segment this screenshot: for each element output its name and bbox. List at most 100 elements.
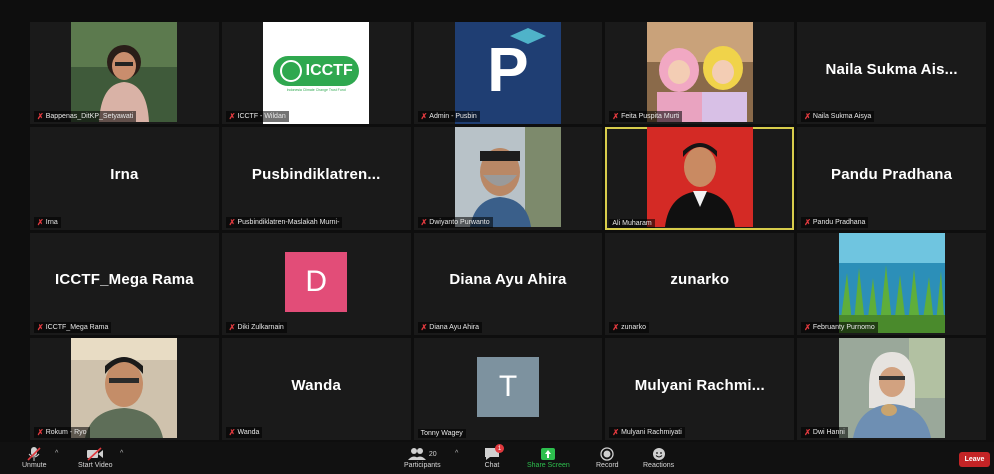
participant-tile[interactable]: Pandu Pradhana ✗ Pandu Pradhana [797, 127, 986, 230]
participant-display-name: Wanda [291, 376, 341, 394]
gallery-grid: ✗ Bappenas_DitKP_Setyawati ICCTF Indonesi… [30, 22, 986, 440]
participant-display-name: Irna [110, 166, 139, 184]
participant-display-name: Diana Ayu Ahira [449, 271, 567, 289]
participant-display-name: Pandu Pradhana [831, 166, 953, 184]
participant-name-label: ✗ Februanty Purnomo [801, 321, 878, 333]
participant-name-label: ✗ zunarko [609, 321, 649, 333]
participant-tile[interactable]: T Tonny Wagey [413, 337, 603, 440]
mic-muted-icon: ✗ [228, 322, 236, 332]
participant-tile[interactable]: Pusbindiklatren... ✗ Pusbindiklatren-Masl… [221, 127, 411, 230]
mic-muted-icon: ✗ [228, 217, 236, 227]
participant-tile[interactable]: ✗ Dwiyanto Purwanto [413, 127, 603, 230]
participant-video [454, 127, 561, 228]
participant-name-label: ✗ Diana Ayu Ahira [417, 321, 482, 333]
icctf-logo: ICCTF Indonesia Climate Change Trust Fun… [263, 22, 370, 125]
record-button[interactable]: Record [596, 446, 619, 469]
active-speaker-tile[interactable]: Ali Muharam [605, 127, 795, 230]
participant-tile[interactable]: Wanda ✗ Wanda [221, 337, 411, 440]
participant-name-label: ✗ Admin - Pusbin [417, 111, 480, 123]
mic-muted-icon: ✗ [804, 428, 811, 437]
chat-unread-badge: 1 [495, 444, 504, 453]
mic-muted-icon: ✗ [420, 112, 428, 122]
mic-muted-icon: ✗ [37, 428, 44, 437]
participant-name-label: ✗ Dwiyanto Purwanto [417, 216, 493, 228]
participant-tile[interactable]: ✗ Rokum - Ryo [30, 337, 219, 440]
chat-button[interactable]: 1 Chat [484, 444, 504, 469]
participant-name-label: ✗ Dwi Hanni [801, 427, 848, 438]
participants-button[interactable]: 20 Participants [404, 446, 441, 469]
participant-tile[interactable]: P ✗ Admin - Pusbin [413, 22, 603, 125]
video-options-caret-icon[interactable]: ^ [120, 450, 123, 457]
participant-name-label: Tonny Wagey [417, 429, 466, 438]
record-icon [600, 446, 614, 462]
participant-video [71, 337, 178, 438]
participant-tile[interactable]: Mulyani Rachmi... ✗ Mulyani Rachmiyati [605, 337, 795, 440]
participant-display-name: Naila Sukma Ais... [825, 60, 958, 78]
participant-name-label: ✗ Mulyani Rachmiyati [609, 427, 685, 438]
participant-display-name: ICCTF_Mega Rama [54, 271, 194, 289]
participant-name-label: ✗ Pandu Pradhana [801, 216, 869, 228]
participant-tile[interactable]: Naila Sukma Ais... ✗ Naila Sukma Aisya [797, 22, 986, 125]
mic-muted-icon: ✗ [804, 112, 811, 122]
participant-video [646, 22, 753, 122]
participant-display-name: zunarko [670, 271, 730, 289]
mic-muted-icon: ✗ [612, 112, 620, 122]
participant-name-label: Ali Muharam [609, 218, 655, 228]
mic-muted-icon: ✗ [420, 217, 428, 227]
participant-name-label: ✗ Diki Zulkarnain [225, 321, 287, 333]
mic-muted-icon: ✗ [420, 322, 428, 332]
participant-name-label: ✗ Wanda [225, 427, 263, 438]
mic-muted-icon: ✗ [612, 322, 620, 332]
mic-muted-icon: ✗ [37, 217, 44, 227]
participant-name-label: ✗ Pusbindiklatren-Maslakah Murni- [225, 216, 343, 228]
participant-display-name: Mulyani Rachmi... [634, 376, 765, 394]
participant-tile[interactable]: zunarko ✗ zunarko [605, 232, 795, 335]
mic-muted-icon: ✗ [804, 217, 811, 227]
participant-display-name: Pusbindiklatren... [251, 166, 381, 184]
mic-muted-icon: ✗ [228, 428, 236, 437]
participant-name-label: ✗ ICCTF_Mega Rama [34, 321, 112, 333]
participants-icon: 20 [407, 446, 437, 462]
participant-video [838, 232, 945, 333]
participant-video [646, 127, 753, 228]
share-screen-icon [540, 446, 556, 462]
mic-muted-icon: ✗ [37, 112, 44, 122]
participant-name-label: ✗ Irna [34, 216, 61, 228]
participant-name-label: ✗ Naila Sukma Aisya [801, 111, 875, 123]
mic-muted-icon: ✗ [612, 428, 620, 437]
share-screen-button[interactable]: Share Screen [527, 446, 570, 469]
chat-icon: 1 [484, 444, 504, 462]
participant-name-label: ✗ Rokum - Ryo [34, 427, 90, 438]
participant-tile[interactable]: D ✗ Diki Zulkarnain [221, 232, 411, 335]
participant-tile[interactable]: ✗ Bappenas_DitKP_Setyawati [30, 22, 219, 125]
participant-name-label: ✗ Feita Puspita Murti [609, 111, 683, 123]
mic-muted-icon: ✗ [228, 112, 236, 122]
microphone-muted-icon [26, 446, 42, 462]
participant-tile[interactable]: ✗ Dwi Hanni [797, 337, 986, 440]
mic-muted-icon: ✗ [804, 322, 811, 332]
unmute-button[interactable]: Unmute [22, 446, 47, 469]
participant-tile[interactable]: ICCTF_Mega Rama ✗ ICCTF_Mega Rama [30, 232, 219, 335]
participant-name-label: ✗ Bappenas_DitKP_Setyawati [34, 111, 137, 123]
participant-avatar: D [285, 251, 348, 312]
participant-tile[interactable]: ✗ Februanty Purnomo [797, 232, 986, 335]
mic-muted-icon: ✗ [37, 322, 44, 332]
video-off-icon [86, 446, 104, 462]
start-video-button[interactable]: Start Video [78, 446, 113, 469]
participants-options-caret-icon[interactable]: ^ [455, 450, 458, 457]
leave-button[interactable]: Leave [959, 452, 990, 467]
participant-avatar: T [476, 356, 539, 417]
reactions-button[interactable]: Reactions [643, 446, 674, 469]
pusbin-logo: P [454, 22, 561, 125]
participant-name-label: ✗ ICCTF - Wildan [225, 111, 289, 123]
participant-video [838, 337, 945, 438]
audio-options-caret-icon[interactable]: ^ [55, 450, 58, 457]
participant-tile[interactable]: ✗ Feita Puspita Murti [605, 22, 795, 125]
participant-tile[interactable]: Diana Ayu Ahira ✗ Diana Ayu Ahira [413, 232, 603, 335]
participant-video [71, 22, 178, 122]
meeting-toolbar: Unmute ^ Start Video ^ 20 Participants ^… [0, 442, 994, 474]
participant-tile[interactable]: ICCTF Indonesia Climate Change Trust Fun… [221, 22, 411, 125]
participant-tile[interactable]: Irna ✗ Irna [30, 127, 219, 230]
meeting-stage: ✗ Bappenas_DitKP_Setyawati ICCTF Indonesi… [0, 0, 994, 442]
reactions-smiley-icon [652, 446, 666, 462]
